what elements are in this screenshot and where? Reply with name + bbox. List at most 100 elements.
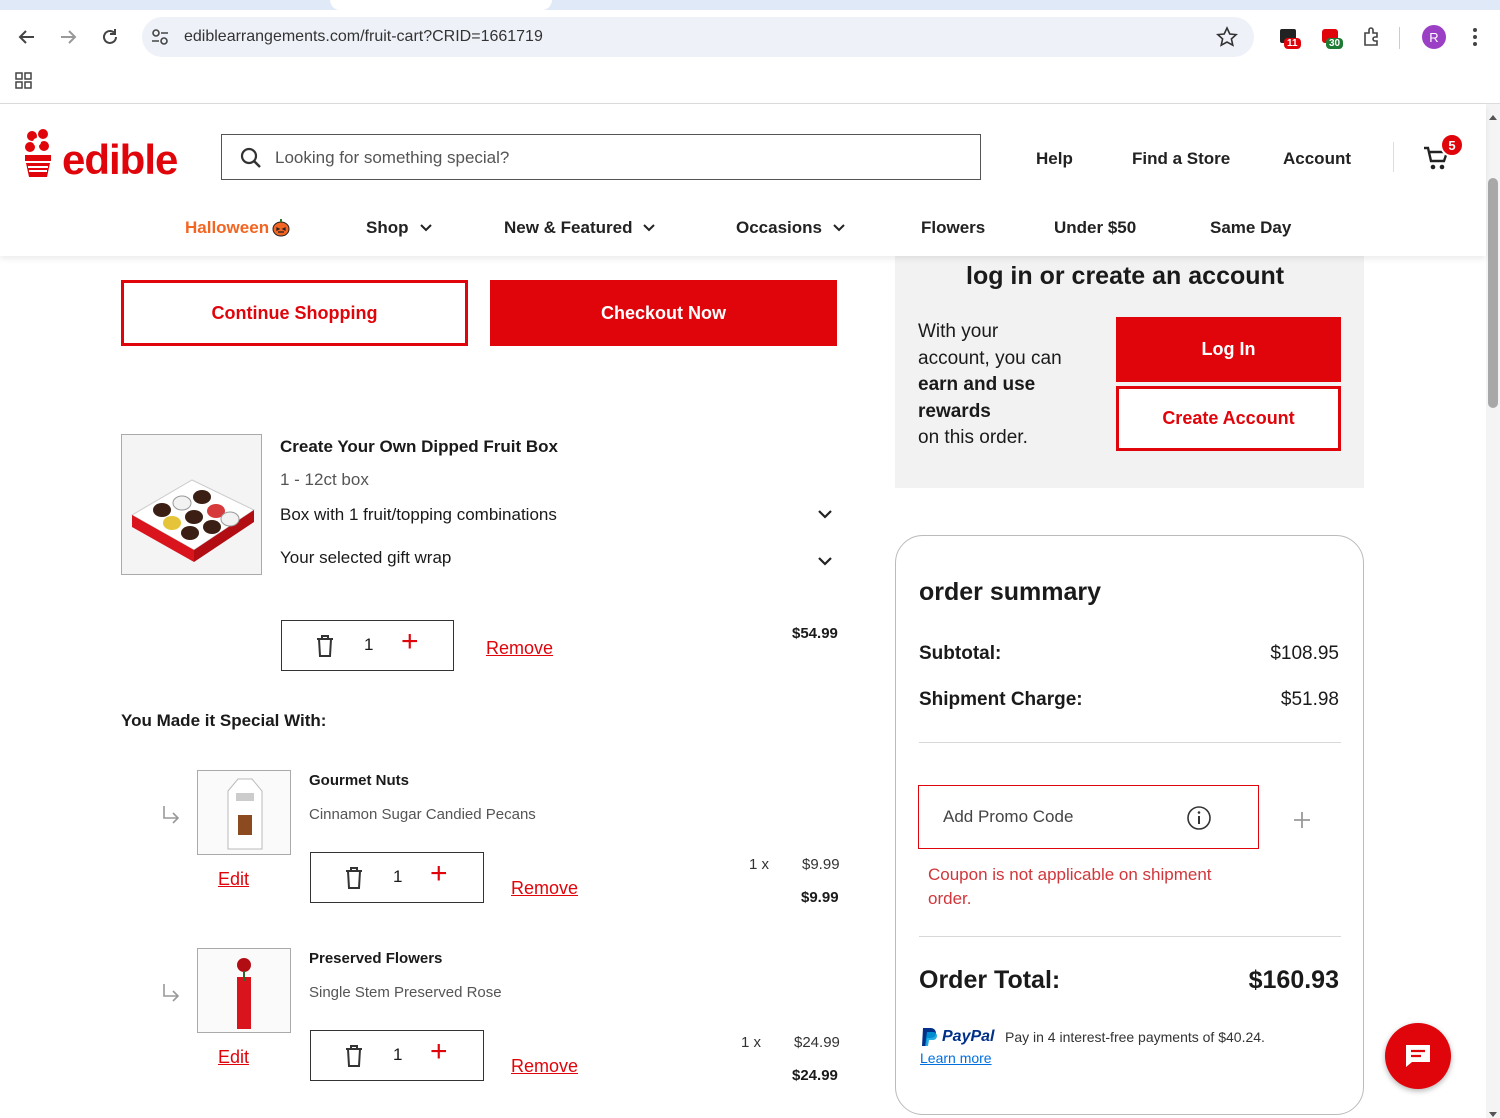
- header-divider: [1393, 142, 1394, 172]
- menu-new-featured-label: New & Featured: [504, 218, 633, 237]
- addon-unit-qty: 1 x: [741, 1034, 762, 1051]
- special-with-heading: You Made it Special With:: [121, 711, 327, 730]
- plus-icon[interactable]: +: [430, 859, 448, 889]
- addon-image-preserved-rose[interactable]: [197, 948, 291, 1033]
- site-settings-icon[interactable]: [150, 27, 170, 52]
- extension-1-icon[interactable]: 11: [1278, 26, 1301, 49]
- chevron-down-icon: [833, 224, 845, 232]
- scroll-up-arrow-icon[interactable]: [1488, 108, 1498, 126]
- order-total-label: Order Total:: [919, 966, 1061, 994]
- main-item-qty: 1: [364, 635, 374, 654]
- addon-remove-link[interactable]: Remove: [511, 878, 578, 899]
- search-box[interactable]: Looking for something special?: [221, 134, 981, 180]
- checkout-now-button[interactable]: Checkout Now: [490, 280, 837, 346]
- addon-name: Preserved Flowers: [309, 950, 443, 967]
- edible-logo-icon[interactable]: [22, 128, 54, 185]
- site-header: edible Looking for something special? He…: [0, 104, 1486, 256]
- paypal-learn-more-link[interactable]: Learn more: [920, 1050, 992, 1066]
- cart-count-badge: 5: [1440, 133, 1464, 157]
- login-panel-description: With your account, you can earn and use …: [918, 319, 1108, 452]
- find-store-link[interactable]: Find a Store: [1132, 149, 1230, 169]
- addon-qty: 1: [393, 1045, 403, 1064]
- shipment-charge-label: Shipment Charge:: [919, 689, 1083, 710]
- summary-divider: [919, 742, 1341, 743]
- trash-icon[interactable]: [315, 634, 335, 658]
- login-text-line: account, you can: [918, 347, 1062, 369]
- forward-icon[interactable]: [55, 24, 81, 50]
- main-item-name[interactable]: Create Your Own Dipped Fruit Box: [280, 437, 558, 457]
- addon-quantity-stepper: 1 +: [310, 1030, 484, 1081]
- addon-image-gourmet-nuts[interactable]: [197, 770, 291, 855]
- coupon-error-line: Coupon is not applicable on shipment: [928, 865, 1212, 884]
- product-image-dipped-fruit-box[interactable]: [121, 434, 262, 575]
- back-icon[interactable]: [14, 24, 40, 50]
- chevron-down-icon: [419, 224, 432, 232]
- logo-text[interactable]: edible: [62, 136, 178, 184]
- menu-halloween-label: Halloween: [185, 218, 270, 237]
- toolbar-divider: [1399, 27, 1400, 49]
- extension-2-icon[interactable]: 30: [1320, 26, 1344, 49]
- profile-avatar[interactable]: R: [1422, 25, 1446, 49]
- paypal-logo-icon: [920, 1027, 938, 1052]
- chat-button[interactable]: [1385, 1023, 1451, 1089]
- trash-icon[interactable]: [344, 866, 364, 890]
- plus-icon[interactable]: +: [401, 627, 419, 657]
- browser-menu-icon[interactable]: [1468, 26, 1482, 53]
- menu-new-featured[interactable]: New & Featured: [504, 218, 656, 238]
- bookmark-star-icon[interactable]: [1215, 26, 1239, 53]
- addon-description: Single Stem Preserved Rose: [309, 984, 502, 1001]
- search-input[interactable]: Looking for something special?: [275, 148, 509, 168]
- plus-icon[interactable]: +: [430, 1037, 448, 1067]
- addon-description: Cinnamon Sugar Candied Pecans: [309, 806, 536, 823]
- menu-same-day[interactable]: Same Day: [1210, 218, 1291, 238]
- log-in-button[interactable]: Log In: [1116, 317, 1341, 382]
- addon-name: Gourmet Nuts: [309, 772, 410, 789]
- coupon-error-line: order.: [928, 889, 972, 908]
- login-text-bold: earn and use: [918, 374, 1036, 395]
- addon-qty: 1: [393, 867, 403, 886]
- paypal-brand: PayPal: [942, 1028, 995, 1045]
- continue-shopping-button[interactable]: Continue Shopping: [121, 280, 468, 346]
- account-link[interactable]: Account: [1283, 149, 1351, 169]
- main-item-remove-link[interactable]: Remove: [486, 638, 553, 659]
- addon-unit-qty: 1 x: [749, 856, 770, 873]
- addon-edit-link[interactable]: Edit: [218, 1047, 249, 1068]
- addon-remove-link[interactable]: Remove: [511, 1056, 578, 1077]
- extensions-puzzle-icon[interactable]: [1361, 26, 1383, 48]
- subtotal-value: $108.95: [1270, 643, 1339, 664]
- info-icon[interactable]: [1186, 805, 1212, 831]
- addon-edit-link[interactable]: Edit: [218, 869, 249, 890]
- scrollbar-thumb[interactable]: [1488, 178, 1498, 408]
- scroll-down-arrow-icon[interactable]: [1488, 1106, 1498, 1118]
- reload-icon[interactable]: [97, 24, 123, 50]
- login-text-line: on this order.: [918, 427, 1028, 448]
- addon-unit-price: $24.99: [794, 1034, 840, 1051]
- promo-code-input[interactable]: Add Promo Code: [918, 785, 1259, 849]
- url-text[interactable]: ediblearrangements.com/fruit-cart?CRID=1…: [184, 28, 543, 46]
- extension-1-badge: 11: [1284, 38, 1301, 49]
- apps-grid-icon[interactable]: [15, 72, 33, 95]
- addon-arrow-icon: [160, 982, 182, 1009]
- chat-icon: [1406, 1045, 1430, 1067]
- promo-code-placeholder: Add Promo Code: [943, 807, 1074, 826]
- chevron-down-icon[interactable]: [817, 508, 833, 526]
- trash-icon[interactable]: [344, 1044, 364, 1068]
- subtotal-label: Subtotal:: [919, 643, 1002, 664]
- bookmarks-bar: [0, 64, 1500, 104]
- main-item-option-fruit: Box with 1 fruit/topping combinations: [280, 505, 557, 524]
- menu-shop[interactable]: Shop: [366, 218, 433, 238]
- help-link[interactable]: Help: [1036, 149, 1073, 169]
- menu-under-50[interactable]: Under $50: [1054, 218, 1136, 238]
- menu-occasions[interactable]: Occasions: [736, 218, 846, 238]
- apply-promo-plus-icon[interactable]: [1292, 810, 1312, 835]
- browser-active-tab[interactable]: [330, 0, 552, 10]
- pumpkin-icon: [272, 219, 290, 237]
- create-account-button[interactable]: Create Account: [1116, 386, 1341, 451]
- main-item-quantity-stepper: 1 +: [281, 620, 454, 671]
- extension-2-badge: 30: [1326, 38, 1344, 49]
- chevron-down-icon[interactable]: [817, 555, 833, 573]
- summary-divider: [919, 936, 1341, 937]
- shipment-charge-value: $51.98: [1280, 689, 1339, 710]
- menu-flowers[interactable]: Flowers: [921, 218, 985, 238]
- menu-halloween[interactable]: Halloween: [185, 218, 291, 238]
